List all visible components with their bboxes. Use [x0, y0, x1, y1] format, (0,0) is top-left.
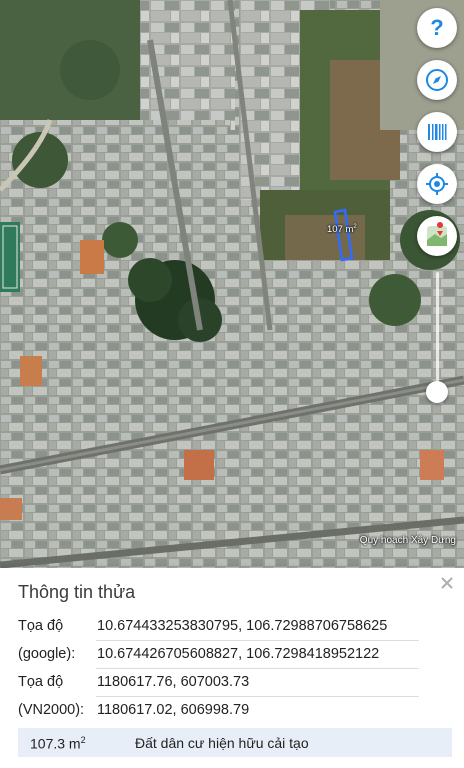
map-layer-button[interactable]: [417, 216, 457, 256]
question-icon: ?: [430, 16, 443, 40]
land-use-type: Đất dân cư hiện hữu cải tạo: [135, 735, 309, 751]
satellite-imagery: [0, 0, 464, 568]
google-latlng-value: 10.674426705608827, 106.7298418952122: [97, 646, 380, 662]
row-label: (VN2000):: [18, 702, 85, 718]
close-button[interactable]: [436, 572, 458, 594]
close-icon: [441, 577, 453, 589]
parcel-area: 107.3 m2: [30, 735, 86, 752]
zoom-slider-track[interactable]: [436, 272, 439, 392]
barcode-icon: [428, 124, 447, 140]
zoom-slider-knob[interactable]: [426, 381, 448, 403]
compass-icon: [426, 69, 448, 91]
google-latlng-value: 10.674433253830795, 106.72988706758625: [97, 618, 388, 634]
compass-button[interactable]: [417, 60, 457, 100]
divider: [96, 696, 419, 697]
land-info-strip: 107.3 m2 Đất dân cư hiện hữu cải tạo: [18, 728, 452, 757]
parcel-info-panel: Thông tin thửa Tọa độ 10.674433253830795…: [0, 568, 464, 768]
barcode-button[interactable]: [417, 112, 457, 152]
row-label: Tọa độ: [18, 618, 64, 634]
parcel-area-label: 107 m2: [327, 224, 357, 236]
divider: [96, 640, 419, 641]
vn2000-coord-value: 1180617.76, 607003.73: [97, 674, 250, 690]
crosshair-location-icon: [426, 173, 448, 195]
satellite-map[interactable]: 107 m2 ? Quy hoạch Xây Dựng: [0, 0, 464, 568]
vn2000-coord-value: 1180617.02, 606998.79: [97, 702, 250, 718]
row-label: Tọa độ: [18, 674, 64, 690]
map-attribution: Quy hoạch Xây Dựng: [359, 535, 456, 546]
divider: [96, 668, 419, 669]
panel-title: Thông tin thửa: [18, 582, 136, 602]
map-layer-icon: [427, 222, 447, 246]
svg-text:?: ?: [430, 16, 443, 40]
row-label: (google):: [18, 646, 76, 662]
help-button[interactable]: ?: [417, 8, 457, 48]
my-location-button[interactable]: [417, 164, 457, 204]
